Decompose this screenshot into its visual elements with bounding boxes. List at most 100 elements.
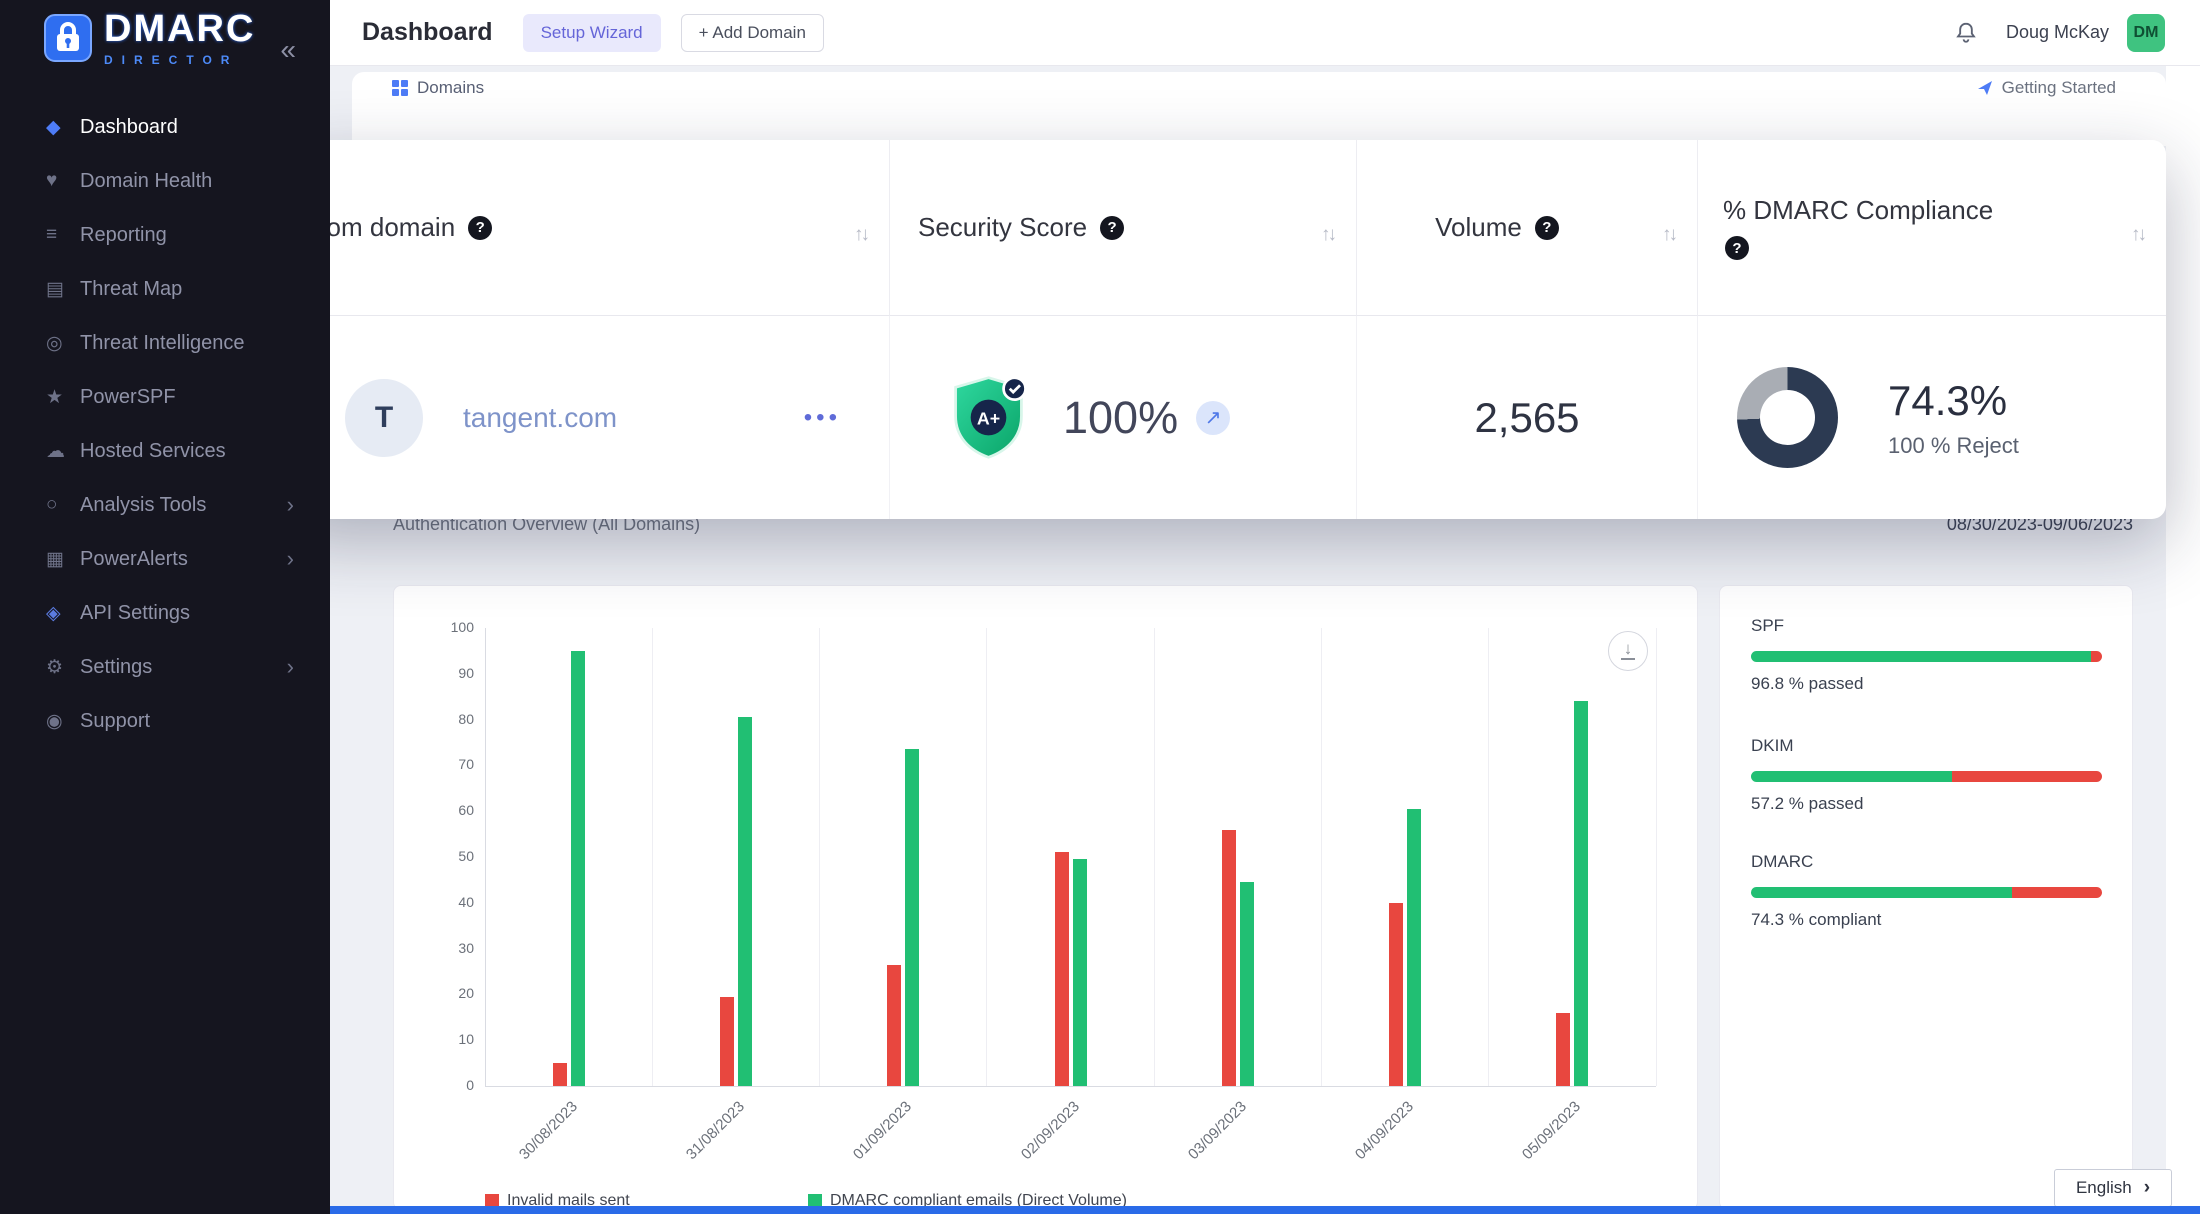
threat-intelligence-icon: ◎ [46,332,80,355]
cell-volume: 2,565 [1357,316,1698,519]
powerspf-icon: ★ [46,386,80,409]
chevron-right-icon: › [287,492,294,518]
chart-x-label: 30/08/2023 [491,1098,581,1188]
cell-security-score: A+ 100% ↗ [890,316,1357,519]
support-icon: ◉ [46,710,80,733]
chart-y-axis: 1009080706050403020100 [410,628,474,1086]
chart-bar [1556,1013,1570,1086]
domain-health-icon: ♥ [46,170,80,192]
threat-map-icon: ▤ [46,278,80,301]
logo-title: DMARC [104,10,255,48]
dashboard-icon: ◆ [46,116,80,139]
spf-passed-segment [1751,651,2091,662]
language-selector[interactable]: English › [2054,1169,2172,1207]
user-avatar[interactable]: DM [2127,14,2165,52]
column-header-dmarc-compliance: % DMARC Compliance ? ↑↓ [1698,140,2166,316]
setup-wizard-button[interactable]: Setup Wizard [523,14,661,52]
lock-logo-icon [44,14,92,62]
chart-bar [887,965,901,1086]
sidebar-item-reporting[interactable]: ≡ Reporting [0,208,330,262]
score-shield-icon: A+ [950,375,1027,460]
dmarc-passed-segment [1751,887,2012,898]
compliance-donut [1737,367,1838,468]
sidebar-item-threat-intelligence[interactable]: ◎ Threat Intelligence [0,316,330,370]
getting-started-link[interactable]: Getting Started [1976,78,2116,98]
dkim-failed-segment [1952,771,2102,782]
compliance-note: 100 % Reject [1888,433,2019,459]
user-name: Doug McKay [2006,22,2109,43]
chart-bar [571,651,585,1086]
rocket-icon [1976,79,1994,97]
dmarc-summary: DMARC 74.3 % compliant [1751,852,2102,930]
chart-x-label: 02/09/2023 [993,1098,1083,1188]
help-icon[interactable]: ? [1535,216,1559,240]
chart-x-label: 01/09/2023 [825,1098,915,1188]
chart-bar [1389,903,1403,1086]
chart-bar [905,749,919,1086]
sidebar-item-analysis-tools[interactable]: ○ Analysis Tools › [0,478,330,532]
row-menu-button[interactable]: ••• [804,404,841,432]
chart-bar [1240,882,1254,1086]
chart-x-label: 03/09/2023 [1160,1098,1250,1188]
chart-bar [553,1063,567,1086]
security-score-value: 100% [1063,392,1178,444]
compliance-percent: 74.3% [1888,377,2019,425]
sidebar-item-threat-map[interactable]: ▤ Threat Map [0,262,330,316]
sort-icon[interactable]: ↑↓ [1662,224,1675,246]
bell-icon[interactable] [1952,19,1980,47]
dkim-progress-bar [1751,771,2102,782]
column-header-from-domain: From domain ? ↑↓ [281,140,890,316]
score-grade: A+ [977,408,1000,428]
scrollbar-gutter [2166,66,2200,1214]
grid-icon [392,80,408,96]
chevron-right-icon: › [287,546,294,572]
domains-panel: Domains Getting Started [352,72,2166,146]
chevron-right-icon: › [2144,1177,2150,1199]
chart-plot-area: 30/08/202331/08/202301/09/202302/09/2023… [485,628,1656,1087]
analysis-tools-icon: ○ [46,494,80,516]
gear-icon: ⚙ [46,656,80,679]
sidebar-item-powerspf[interactable]: ★ PowerSPF [0,370,330,424]
hosted-services-icon: ☁ [46,440,80,463]
spf-failed-segment [2091,651,2102,662]
spf-progress-bar [1751,651,2102,662]
sidebar-item-support[interactable]: ◉ Support [0,694,330,748]
dmarc-failed-segment [2012,887,2102,898]
sidebar: DMARC DIRECTOR « ◆ Dashboard ♥ Domain He… [0,0,330,1214]
sidebar-item-poweralerts[interactable]: ▦ PowerAlerts › [0,532,330,586]
sidebar-item-api-settings[interactable]: ◈ API Settings [0,586,330,640]
bottom-accent-bar [330,1206,2200,1214]
topbar: Dashboard Setup Wizard + Add Domain Doug… [330,0,2200,66]
help-icon[interactable]: ? [1725,236,1749,260]
auth-summary-panel: SPF 96.8 % passed DKIM 57.2 % passed DMA… [1719,585,2133,1210]
help-icon[interactable]: ? [468,216,492,240]
sidebar-nav: ◆ Dashboard ♥ Domain Health ≡ Reporting … [0,100,330,748]
score-trend-button[interactable]: ↗ [1196,401,1230,435]
domain-link[interactable]: tangent.com [463,402,617,434]
poweralerts-icon: ▦ [46,548,80,571]
sort-icon[interactable]: ↑↓ [854,224,867,246]
domains-section-label: Domains [392,78,484,98]
sort-icon[interactable]: ↑↓ [2131,224,2144,246]
spf-summary: SPF 96.8 % passed [1751,616,2102,694]
sidebar-collapse-button[interactable]: « [280,34,296,66]
logo-subtitle: DIRECTOR [104,54,255,66]
chart-bar [1055,852,1069,1086]
sort-icon[interactable]: ↑↓ [1321,224,1334,246]
chart-bar [1222,830,1236,1086]
domain-table-card: From domain ? ↑↓ Security Score ? ↑↓ Vol… [281,140,2166,519]
chart-x-label: 05/09/2023 [1495,1098,1585,1188]
sidebar-item-domain-health[interactable]: ♥ Domain Health [0,154,330,208]
cell-from-domain: T tangent.com ••• [281,316,890,519]
add-domain-button[interactable]: + Add Domain [681,14,824,52]
chart-bar [720,997,734,1086]
sidebar-item-hosted-services[interactable]: ☁ Hosted Services [0,424,330,478]
page-title: Dashboard [362,18,493,47]
volume-value: 2,565 [1474,394,1579,442]
help-icon[interactable]: ? [1100,216,1124,240]
sidebar-item-dashboard[interactable]: ◆ Dashboard [0,100,330,154]
dkim-summary: DKIM 57.2 % passed [1751,736,2102,814]
chart-bar [738,717,752,1086]
sidebar-item-settings[interactable]: ⚙ Settings › [0,640,330,694]
cell-dmarc-compliance: 74.3% 100 % Reject [1698,316,2166,519]
